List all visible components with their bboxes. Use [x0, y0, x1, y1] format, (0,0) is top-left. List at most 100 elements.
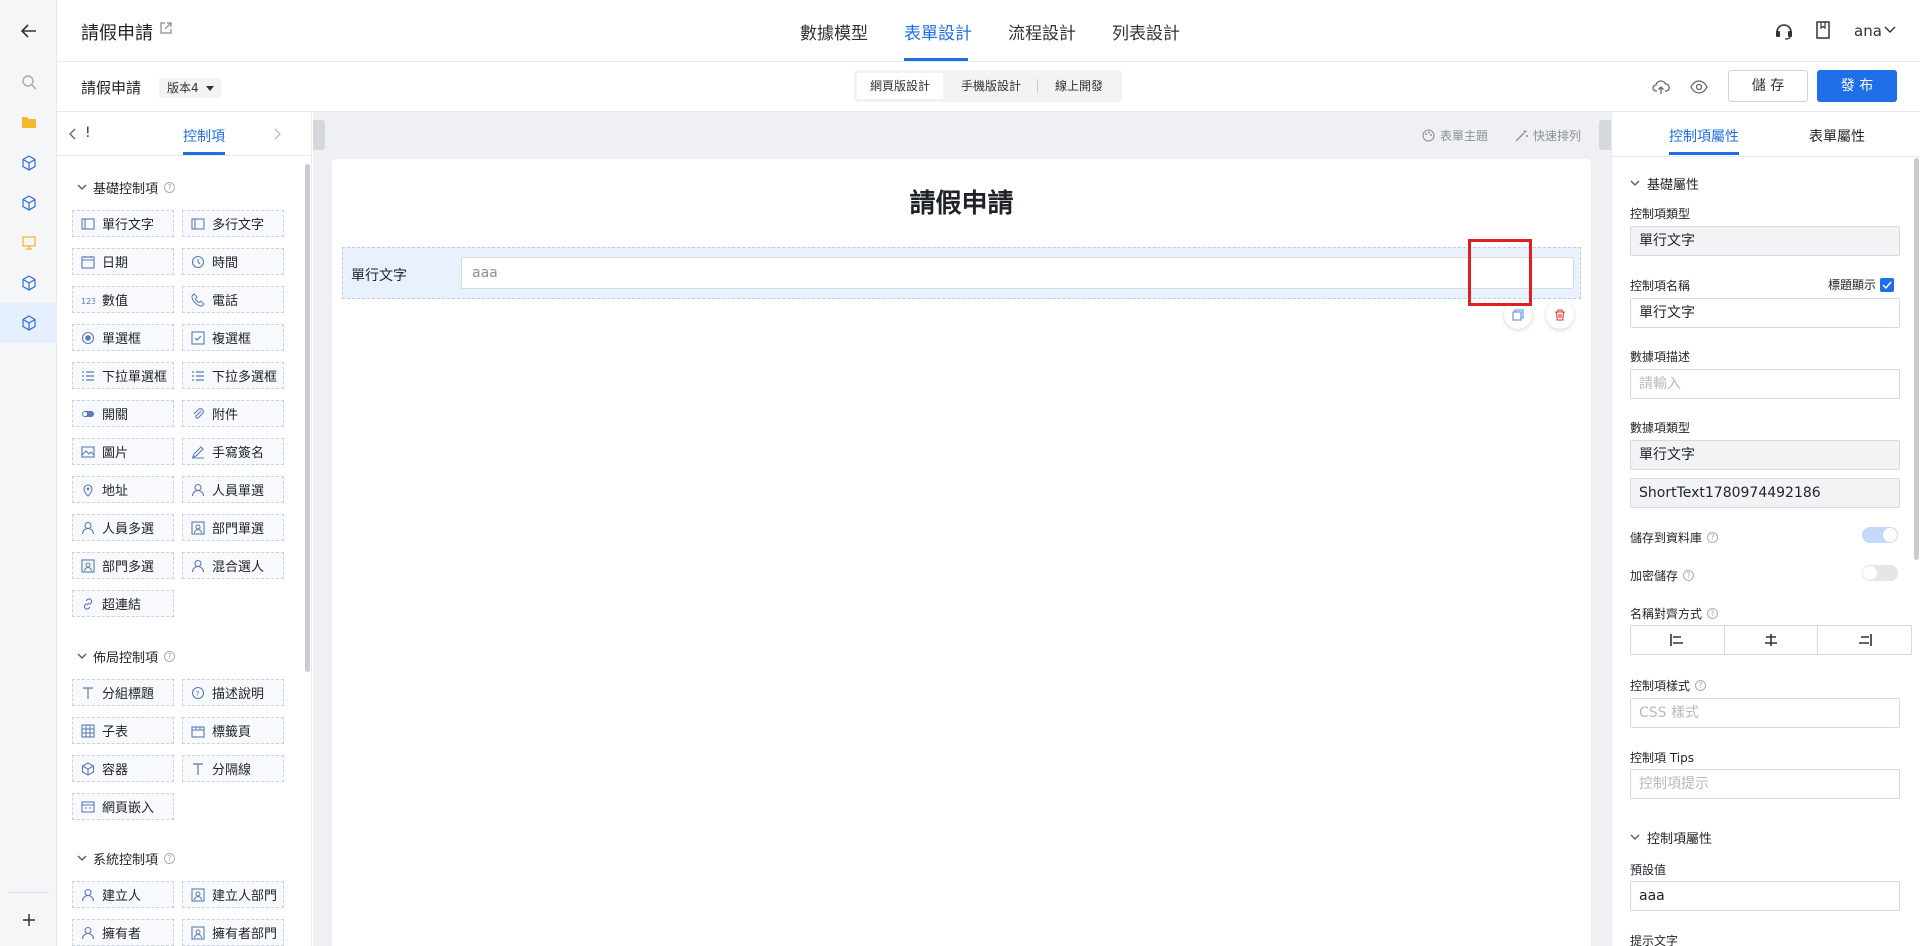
chevron-right-icon[interactable]: [273, 128, 281, 140]
version-select[interactable]: 版本4: [159, 78, 221, 98]
align-center-button[interactable]: [1725, 626, 1819, 654]
save-to-db-toggle[interactable]: [1862, 527, 1898, 543]
tab-partial[interactable]: !: [85, 125, 91, 141]
control-item[interactable]: 123 數值: [72, 286, 174, 313]
external-link-icon[interactable]: [160, 22, 172, 34]
control-item[interactable]: 擁有者: [72, 919, 174, 946]
back-arrow-icon[interactable]: [0, 11, 57, 51]
control-name-input[interactable]: 單行文字: [1630, 298, 1900, 328]
css-style-input[interactable]: CSS 樣式: [1630, 698, 1900, 728]
control-tips-input[interactable]: 控制項提示: [1630, 769, 1900, 799]
tab-form-properties[interactable]: 表單屬性: [1809, 126, 1865, 146]
save-button[interactable]: 儲 存: [1728, 70, 1808, 102]
control-item[interactable]: 建立人: [72, 881, 174, 908]
help-icon[interactable]: ?: [1707, 608, 1719, 619]
section-basic-properties[interactable]: 基礎屬性: [1630, 174, 1699, 193]
chevron-left-icon[interactable]: [69, 128, 77, 140]
scrollbar[interactable]: [305, 164, 310, 672]
publish-button[interactable]: 發 布: [1817, 70, 1897, 102]
quick-arrange-button[interactable]: 快速排列: [1515, 127, 1581, 144]
description-input[interactable]: 請輸入: [1630, 369, 1900, 399]
section-layout-controls[interactable]: 佈局控制項 ?: [77, 647, 176, 666]
help-icon[interactable]: ?: [164, 651, 176, 662]
align-left-button[interactable]: [1631, 626, 1725, 654]
control-item[interactable]: 子表: [72, 717, 174, 744]
cube-icon[interactable]: [0, 263, 57, 303]
control-item[interactable]: 擁有者部門: [182, 919, 284, 946]
control-item[interactable]: 混合選人: [182, 552, 284, 579]
control-type-field: 單行文字: [1630, 226, 1900, 256]
collapse-right-handle[interactable]: [1599, 120, 1611, 150]
selected-field-row[interactable]: 單行文字 aaa: [342, 247, 1581, 299]
plus-icon[interactable]: [0, 900, 57, 940]
default-value-input[interactable]: aaa: [1630, 881, 1900, 911]
headset-icon[interactable]: [1774, 21, 1794, 41]
help-icon[interactable]: ?: [1683, 570, 1695, 581]
control-item[interactable]: 部門單選: [182, 514, 284, 541]
view-mode-mobile[interactable]: 手機版設計: [948, 73, 1034, 99]
control-item[interactable]: 分隔線: [182, 755, 284, 782]
control-item[interactable]: 建立人部門: [182, 881, 284, 908]
show-title-option[interactable]: 標題顯示: [1828, 276, 1895, 293]
help-circle-icon: ?: [191, 686, 205, 699]
tab-list-design[interactable]: 列表設計: [1112, 19, 1180, 44]
control-item[interactable]: 開關: [72, 400, 174, 427]
control-item[interactable]: 複選框: [182, 324, 284, 351]
control-item[interactable]: 部門多選: [72, 552, 174, 579]
control-item[interactable]: 日期: [72, 248, 174, 275]
help-icon[interactable]: ?: [1707, 532, 1719, 543]
control-item[interactable]: 網頁嵌入: [72, 793, 174, 820]
control-item[interactable]: 單行文字: [72, 210, 174, 237]
section-system-controls[interactable]: 系統控制項 ?: [77, 849, 176, 868]
tab-flow-design[interactable]: 流程設計: [1008, 19, 1076, 44]
field-input[interactable]: aaa: [461, 257, 1574, 289]
control-item[interactable]: 下拉單選框: [72, 362, 174, 389]
book-icon[interactable]: [1815, 21, 1831, 39]
tab-data-model[interactable]: 數據模型: [800, 19, 868, 44]
cube-icon[interactable]: [0, 303, 57, 343]
encrypt-toggle[interactable]: [1862, 565, 1898, 581]
view-mode-online-dev[interactable]: 線上開發: [1040, 73, 1118, 99]
control-item[interactable]: 多行文字: [182, 210, 284, 237]
presentation-icon[interactable]: [0, 223, 57, 263]
delete-field-button[interactable]: [1546, 301, 1574, 329]
search-icon[interactable]: [0, 62, 57, 102]
control-item[interactable]: 手寫簽名: [182, 438, 284, 465]
tab-controls[interactable]: 控制項: [183, 126, 225, 146]
control-item-label: 下拉單選框: [102, 370, 168, 385]
help-icon[interactable]: ?: [164, 853, 176, 864]
control-item[interactable]: 容器: [72, 755, 174, 782]
control-item[interactable]: 超連結: [72, 590, 174, 617]
tab-control-properties[interactable]: 控制項屬性: [1669, 126, 1739, 146]
chevron-down-icon[interactable]: [1884, 26, 1896, 34]
section-basic-controls[interactable]: 基礎控制項 ?: [77, 178, 176, 197]
collapse-left-handle[interactable]: [313, 120, 325, 150]
cube-icon[interactable]: [0, 183, 57, 223]
show-title-checkbox[interactable]: [1880, 277, 1895, 292]
control-item[interactable]: 人員多選: [72, 514, 174, 541]
align-right-button[interactable]: [1818, 626, 1911, 654]
section-control-properties[interactable]: 控制項屬性: [1630, 828, 1712, 847]
control-item[interactable]: 人員單選: [182, 476, 284, 503]
folder-icon[interactable]: [0, 102, 57, 142]
help-icon[interactable]: ?: [1695, 680, 1707, 691]
cloud-upload-icon[interactable]: [1652, 79, 1670, 95]
control-item[interactable]: ? 描述說明: [182, 679, 284, 706]
help-icon[interactable]: ?: [164, 182, 176, 193]
tab-form-design[interactable]: 表單設計: [904, 19, 972, 44]
scrollbar[interactable]: [1914, 158, 1919, 560]
control-item[interactable]: 下拉多選框: [182, 362, 284, 389]
control-item[interactable]: 單選框: [72, 324, 174, 351]
control-item[interactable]: 標籤頁: [182, 717, 284, 744]
cube-icon[interactable]: [0, 143, 57, 183]
control-item[interactable]: 地址: [72, 476, 174, 503]
control-item[interactable]: 時間: [182, 248, 284, 275]
control-item[interactable]: 分組標題: [72, 679, 174, 706]
view-mode-web[interactable]: 網頁版設計: [857, 73, 943, 99]
control-item[interactable]: 附件: [182, 400, 284, 427]
user-name[interactable]: ana: [1854, 22, 1882, 40]
control-item[interactable]: 電話: [182, 286, 284, 313]
control-item[interactable]: 圖片: [72, 438, 174, 465]
form-theme-button[interactable]: 表單主題: [1422, 127, 1488, 144]
preview-eye-icon[interactable]: [1690, 80, 1708, 94]
